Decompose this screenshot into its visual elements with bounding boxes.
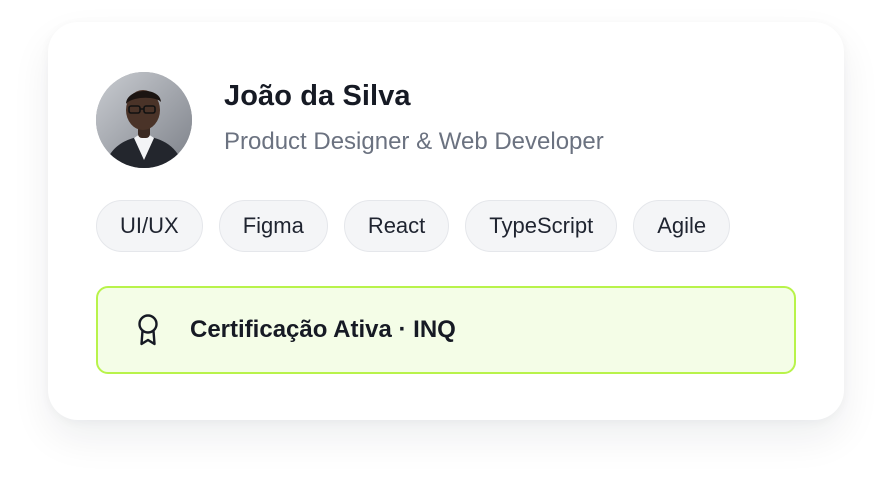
tag-ui-ux[interactable]: UI/UX bbox=[96, 200, 203, 252]
tag-react[interactable]: React bbox=[343, 200, 450, 252]
profile-name: João da Silva bbox=[224, 80, 411, 112]
tag-agile[interactable]: Agile bbox=[633, 200, 731, 252]
avatar-photo bbox=[96, 72, 192, 168]
certification-banner: Certificação Ativa · INQ bbox=[96, 286, 796, 374]
page-canvas: João da Silva Product Designer & Web Dev… bbox=[0, 0, 892, 494]
certification-label: Certificação Ativa · INQ bbox=[190, 316, 456, 343]
skill-tags: UI/UX Figma React TypeScript Agile bbox=[96, 200, 731, 252]
award-icon bbox=[134, 312, 162, 348]
avatar bbox=[96, 72, 192, 168]
tag-typescript[interactable]: TypeScript bbox=[465, 200, 618, 252]
profile-role: Product Designer & Web Developer bbox=[224, 128, 604, 155]
tag-figma[interactable]: Figma bbox=[218, 200, 328, 252]
profile-card: João da Silva Product Designer & Web Dev… bbox=[48, 22, 844, 420]
